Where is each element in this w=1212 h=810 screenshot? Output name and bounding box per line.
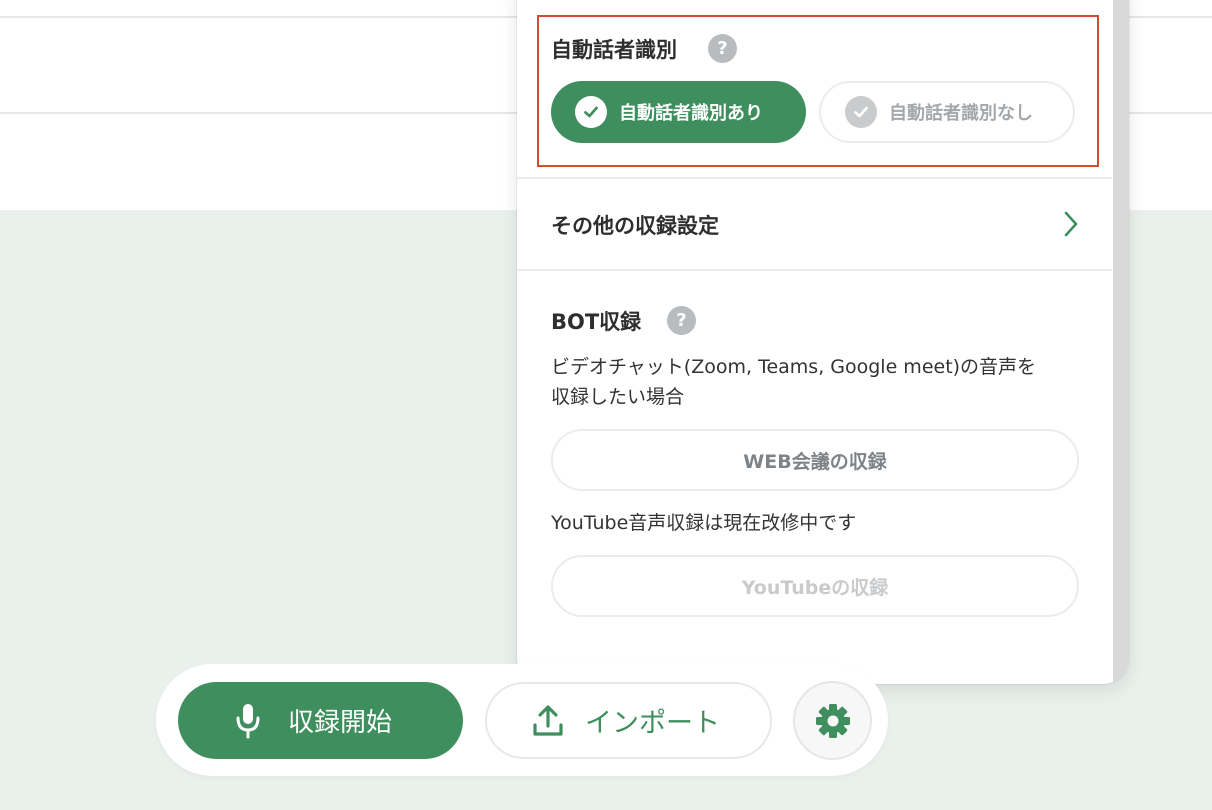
start-recording-label: 収録開始 <box>288 708 393 738</box>
other-recording-settings-row[interactable]: その他の収録設定 <box>517 180 1112 270</box>
panel-scrollbar[interactable] <box>1113 0 1129 684</box>
microphone-icon <box>234 702 262 740</box>
help-icon[interactable]: ? <box>708 34 737 63</box>
speaker-detection-off-label: 自動話者識別なし <box>889 103 1033 124</box>
speaker-detection-title: 自動話者識別 <box>551 38 677 62</box>
import-label: インポート <box>585 708 720 739</box>
web-meeting-record-button[interactable]: WEB会議の収録 <box>551 429 1079 491</box>
settings-button[interactable] <box>793 681 872 760</box>
speaker-detection-off-button[interactable]: 自動話者識別なし <box>819 81 1075 143</box>
import-button[interactable]: インポート <box>485 682 772 759</box>
upload-icon <box>531 704 565 738</box>
youtube-record-button: YouTubeの収録 <box>551 555 1079 617</box>
section-divider <box>517 269 1112 271</box>
chevron-right-icon <box>1063 210 1079 242</box>
check-icon <box>575 96 607 128</box>
bot-description-line2: 収録したい場合 <box>551 386 685 408</box>
bot-recording-title: BOT収録 <box>551 310 642 334</box>
youtube-notice: YouTube音声収録は現在改修中です <box>551 512 857 534</box>
other-settings-label: その他の収録設定 <box>551 214 719 238</box>
gear-icon <box>813 701 853 741</box>
speaker-detection-on-button[interactable]: 自動話者識別あり <box>551 81 806 143</box>
bot-description-line1: ビデオチャット(Zoom, Teams, Google meet)の音声を <box>551 356 1037 378</box>
check-icon <box>845 96 877 128</box>
help-icon[interactable]: ? <box>667 306 696 335</box>
start-recording-button[interactable]: 収録開始 <box>178 682 463 759</box>
speaker-detection-on-label: 自動話者識別あり <box>619 103 763 124</box>
section-divider <box>517 177 1112 179</box>
